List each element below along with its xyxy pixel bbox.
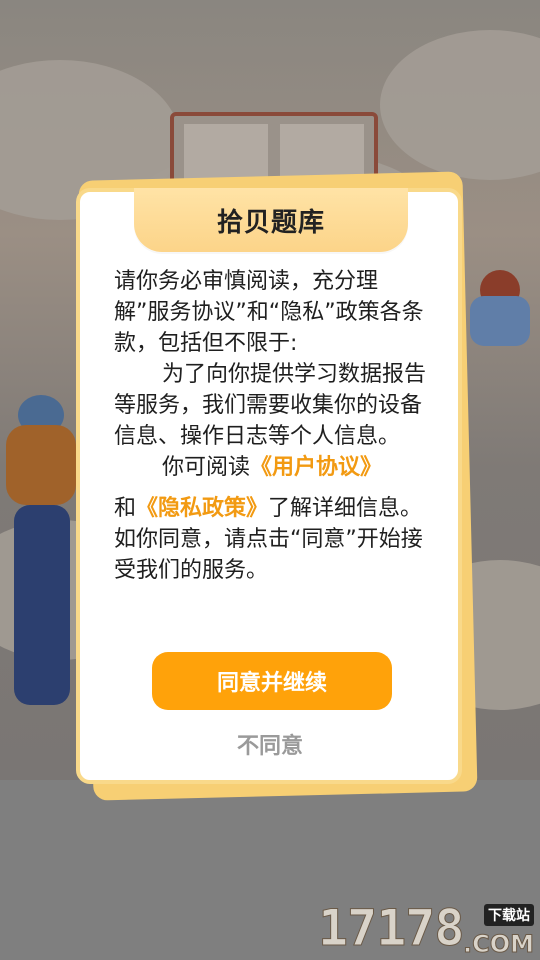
dialog-title-tab: 拾贝题库 — [134, 188, 408, 252]
student-illustration-right — [466, 270, 536, 350]
details-line: 和《隐私政策》了解详细信息。如你同意，请点击“同意”开始接受我们的服务。 — [114, 493, 432, 586]
read-prefix: 你可阅读 — [162, 455, 251, 480]
dialog-title: 拾贝题库 — [216, 207, 325, 238]
student-illustration-left — [0, 395, 80, 715]
and-text: 和 — [114, 496, 137, 521]
user-agreement-link[interactable]: 《用户协议》 — [250, 455, 382, 480]
cloud-shape — [380, 30, 540, 180]
watermark-suffix: .COM — [462, 930, 534, 959]
watermark-digits: 17178 — [318, 899, 466, 957]
privacy-consent-dialog: 拾贝题库 请你务必审慎阅读，充分理解”服务协议”和“隐私”政策各条款，包括但不限… — [76, 188, 462, 784]
read-line: 你可阅读《用户协议》 — [114, 452, 432, 483]
intro-text: 请你务必审慎阅读，充分理解”服务协议”和“隐私”政策各条款，包括但不限于: — [114, 269, 424, 356]
purpose-text: 为了向你提供学习数据报告等服务，我们需要收集你的设备信息、操作日志等个人信息。 — [114, 362, 427, 449]
watermark-badge: 下载站 — [484, 904, 534, 926]
disagree-button[interactable]: 不同意 — [190, 724, 350, 764]
dialog-content: 请你务必审慎阅读，充分理解”服务协议”和“隐私”政策各条款，包括但不限于: 为了… — [114, 266, 432, 586]
site-watermark: 17178 下载站 .COM — [318, 900, 538, 960]
agree-continue-button[interactable]: 同意并继续 — [152, 652, 392, 710]
privacy-policy-link[interactable]: 《隐私政策》 — [136, 496, 268, 521]
